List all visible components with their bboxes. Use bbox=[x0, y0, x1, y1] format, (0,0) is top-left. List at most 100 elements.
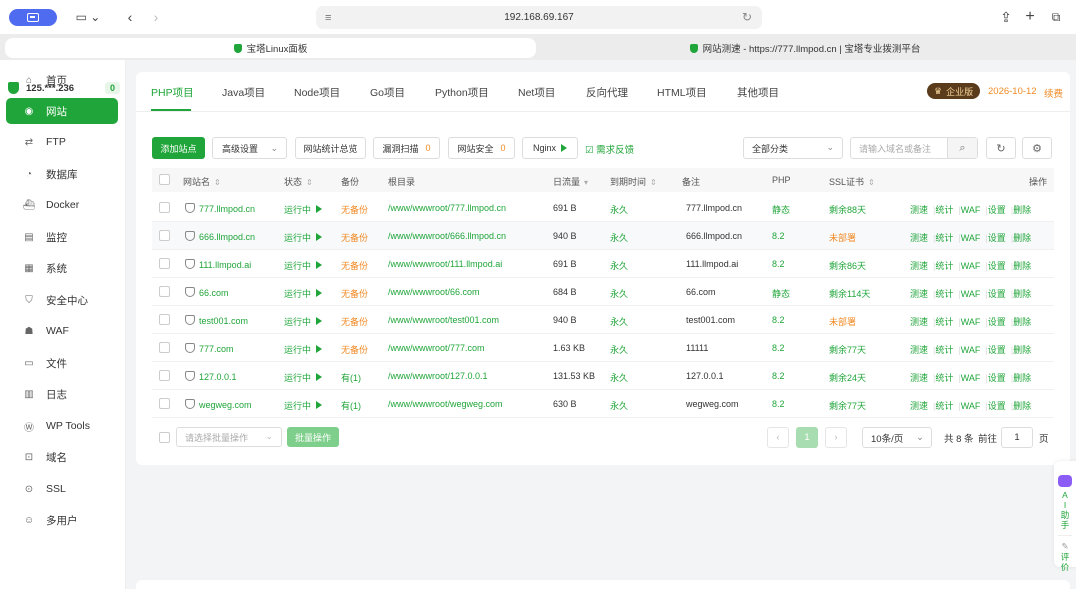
note-field[interactable]: 127.0.0.1 bbox=[686, 371, 724, 381]
share-icon[interactable]: ⇪ bbox=[998, 8, 1014, 26]
php-version-link[interactable]: 8.2 bbox=[772, 231, 785, 241]
note-field[interactable]: 111.llmpod.ai bbox=[686, 259, 738, 269]
op-3-link[interactable]: 设置 bbox=[988, 205, 1006, 215]
tab-project-6[interactable]: 反向代理 bbox=[586, 85, 628, 100]
vuln-scan-button[interactable]: 漏洞扫描 0 bbox=[373, 137, 440, 159]
forward-button[interactable]: › bbox=[148, 8, 164, 26]
root-path-link[interactable]: /www/wwwroot/777.llmpod.cn bbox=[388, 203, 506, 213]
op-2-link[interactable]: WAF bbox=[961, 373, 981, 383]
op-2-link[interactable]: WAF bbox=[961, 233, 981, 243]
sidebar-item-文件[interactable]: ▭ 文件 bbox=[6, 350, 118, 376]
ssl-status-link[interactable]: 剩余86天 bbox=[829, 259, 866, 272]
op-1-link[interactable]: 统计 bbox=[935, 233, 953, 243]
op-1-link[interactable]: 统计 bbox=[935, 261, 953, 271]
op-3-link[interactable]: 设置 bbox=[988, 373, 1006, 383]
search-input[interactable]: 请输入域名或备注 ⌕ bbox=[850, 137, 978, 159]
status-toggle[interactable]: 运行中 bbox=[284, 399, 323, 412]
op-0-link[interactable]: 测速 bbox=[910, 401, 928, 411]
php-version-link[interactable]: 静态 bbox=[772, 287, 790, 300]
sidebar-item-docker[interactable]: ⛴ Docker bbox=[6, 192, 118, 218]
php-version-link[interactable]: 8.2 bbox=[772, 343, 785, 353]
refresh-button[interactable]: ↻ bbox=[986, 137, 1016, 159]
site-name-link[interactable]: 666.llmpod.cn bbox=[185, 231, 255, 242]
new-tab-icon[interactable]: + bbox=[1022, 8, 1038, 26]
php-version-link[interactable]: 8.2 bbox=[772, 371, 785, 381]
tab-project-0[interactable]: PHP项目 bbox=[151, 85, 194, 100]
sidebar-item-系统[interactable]: ▦ 系统 bbox=[6, 255, 118, 281]
back-button[interactable]: ‹ bbox=[122, 8, 138, 26]
sidebar-item-waf[interactable]: ☗ WAF bbox=[6, 318, 118, 344]
col-status[interactable]: 状态 ⇕ bbox=[284, 175, 313, 188]
sidebar-item-网站[interactable]: ◉ 网站 bbox=[6, 98, 118, 124]
php-version-link[interactable]: 8.2 bbox=[772, 315, 785, 325]
root-path-link[interactable]: /www/wwwroot/wegweg.com bbox=[388, 399, 503, 409]
ai-bot-icon[interactable] bbox=[1058, 475, 1072, 487]
op-4-link[interactable]: 删除 bbox=[1013, 345, 1031, 355]
op-0-link[interactable]: 测速 bbox=[910, 373, 928, 383]
site-name-link[interactable]: 127.0.0.1 bbox=[185, 371, 237, 382]
expire-link[interactable]: 永久 bbox=[610, 343, 628, 356]
col-name[interactable]: 网站名 ⇕ bbox=[183, 175, 221, 188]
reload-icon[interactable]: ↻ bbox=[742, 10, 752, 24]
op-1-link[interactable]: 统计 bbox=[935, 205, 953, 215]
op-2-link[interactable]: WAF bbox=[961, 261, 981, 271]
sidebar-item-域名[interactable]: ⊡ 域名 bbox=[6, 444, 118, 470]
search-icon[interactable]: ⌕ bbox=[947, 138, 977, 158]
status-toggle[interactable]: 运行中 bbox=[284, 287, 323, 300]
status-toggle[interactable]: 运行中 bbox=[284, 231, 323, 244]
row-checkbox[interactable] bbox=[159, 202, 170, 213]
root-path-link[interactable]: /www/wwwroot/66.com bbox=[388, 287, 480, 297]
site-name-link[interactable]: wegweg.com bbox=[185, 399, 252, 410]
op-0-link[interactable]: 测速 bbox=[910, 345, 928, 355]
status-toggle[interactable]: 运行中 bbox=[284, 259, 323, 272]
php-version-link[interactable]: 8.2 bbox=[772, 399, 785, 409]
tab-project-3[interactable]: Go项目 bbox=[370, 85, 405, 100]
sidebar-item-多用户[interactable]: ☺ 多用户 bbox=[6, 507, 118, 533]
col-expire[interactable]: 到期时间 ⇕ bbox=[610, 175, 657, 188]
status-toggle[interactable]: 运行中 bbox=[284, 203, 323, 216]
row-checkbox[interactable] bbox=[159, 314, 170, 325]
sidebar-item-日志[interactable]: ▥ 日志 bbox=[6, 381, 118, 407]
note-field[interactable]: 777.llmpod.cn bbox=[686, 203, 742, 213]
op-4-link[interactable]: 删除 bbox=[1013, 233, 1031, 243]
backup-link[interactable]: 无备份 bbox=[341, 203, 368, 216]
edit-icon[interactable]: ✎ bbox=[1054, 541, 1076, 552]
op-2-link[interactable]: WAF bbox=[961, 317, 981, 327]
ssl-status-link[interactable]: 未部署 bbox=[829, 315, 856, 328]
op-2-link[interactable]: WAF bbox=[961, 289, 981, 299]
prev-page-button[interactable]: ‹ bbox=[767, 427, 789, 448]
site-security-button[interactable]: 网站安全 0 bbox=[448, 137, 515, 159]
ai-assistant-label[interactable]: AI助手 bbox=[1054, 490, 1076, 530]
op-0-link[interactable]: 测速 bbox=[910, 317, 928, 327]
enterprise-badge[interactable]: ♛ 企业版 bbox=[927, 83, 981, 99]
op-1-link[interactable]: 统计 bbox=[935, 345, 953, 355]
op-1-link[interactable]: 统计 bbox=[935, 317, 953, 327]
op-2-link[interactable]: WAF bbox=[961, 345, 981, 355]
note-field[interactable]: test001.com bbox=[686, 315, 735, 325]
tab-project-7[interactable]: HTML项目 bbox=[657, 85, 707, 100]
page-size-select[interactable]: 10条/页 ⌄ bbox=[862, 427, 932, 448]
settings-button[interactable]: ⚙ bbox=[1022, 137, 1052, 159]
op-3-link[interactable]: 设置 bbox=[988, 289, 1006, 299]
status-toggle[interactable]: 运行中 bbox=[284, 371, 323, 384]
row-checkbox[interactable] bbox=[159, 230, 170, 241]
root-path-link[interactable]: /www/wwwroot/666.llmpod.cn bbox=[388, 231, 506, 241]
root-path-link[interactable]: /www/wwwroot/777.com bbox=[388, 343, 485, 353]
advanced-settings-dropdown[interactable]: 高级设置 ⌄ bbox=[212, 137, 287, 159]
op-3-link[interactable]: 设置 bbox=[988, 317, 1006, 327]
batch-action-button[interactable]: 批量操作 bbox=[287, 427, 339, 447]
op-3-link[interactable]: 设置 bbox=[988, 261, 1006, 271]
op-1-link[interactable]: 统计 bbox=[935, 289, 953, 299]
tab-project-1[interactable]: Java项目 bbox=[222, 85, 265, 100]
root-path-link[interactable]: /www/wwwroot/127.0.0.1 bbox=[388, 371, 488, 381]
sidebar-item-首页[interactable]: ⌂ 首页 bbox=[6, 67, 118, 93]
php-version-link[interactable]: 静态 bbox=[772, 203, 790, 216]
feedback-link[interactable]: ☑ 需求反馈 bbox=[585, 142, 634, 156]
expire-link[interactable]: 永久 bbox=[610, 399, 628, 412]
backup-link[interactable]: 无备份 bbox=[341, 315, 368, 328]
status-toggle[interactable]: 运行中 bbox=[284, 315, 323, 328]
expire-link[interactable]: 永久 bbox=[610, 231, 628, 244]
tab-project-8[interactable]: 其他项目 bbox=[737, 85, 779, 100]
backup-link[interactable]: 有(1) bbox=[341, 371, 361, 384]
op-2-link[interactable]: WAF bbox=[961, 205, 981, 215]
